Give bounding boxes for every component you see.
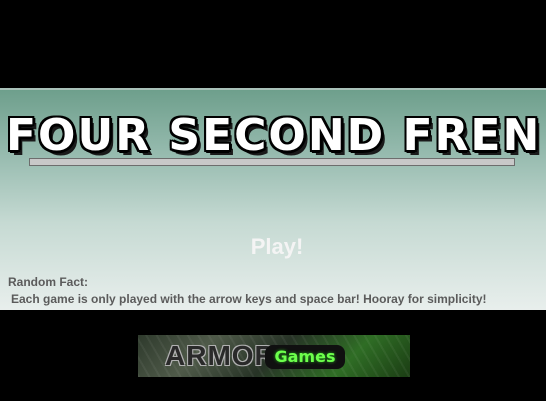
game-title: Four Second Frenzy	[6, 110, 540, 161]
armor-games-logo-armor: ARMOR	[165, 340, 276, 371]
random-fact-label: Random Fact:	[8, 275, 89, 289]
armor-games-logo-games: Games	[265, 345, 345, 369]
loading-bar	[29, 158, 515, 166]
top-letterbox	[0, 0, 546, 88]
random-fact-text: Each game is only played with the arrow …	[11, 292, 487, 306]
armor-games-banner[interactable]: ARMOR Games	[138, 335, 410, 377]
play-button[interactable]: Play!	[240, 233, 314, 261]
game-panel: Four Second Frenzy Play! Random Fact: Ea…	[0, 88, 546, 312]
